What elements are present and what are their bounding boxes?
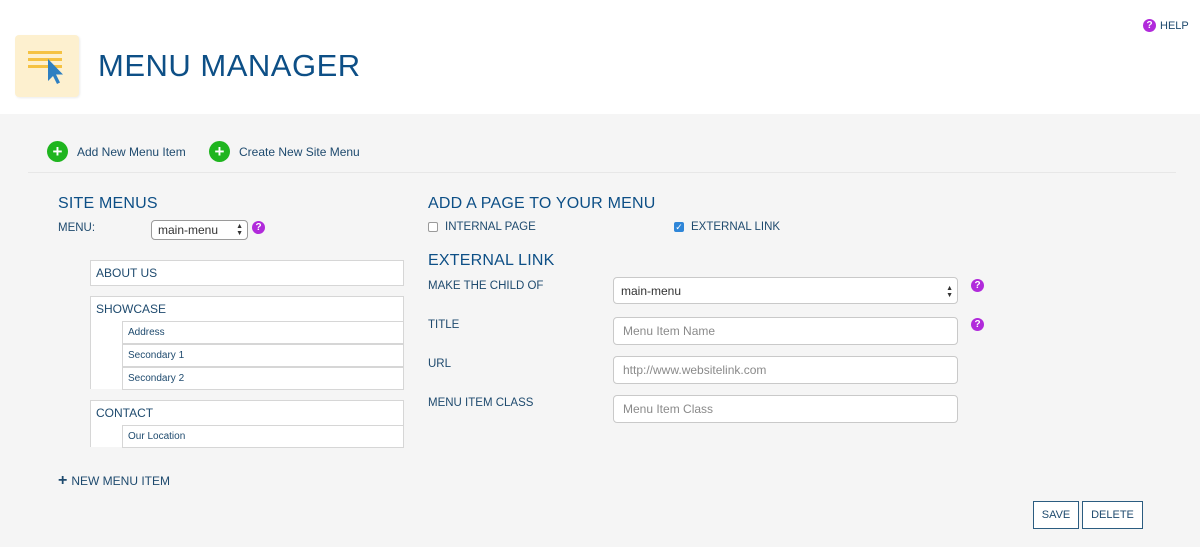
add-new-menu-item-button[interactable]: + Add New Menu Item (47, 141, 186, 162)
menu-item-label: CONTACT (96, 406, 154, 420)
make-child-of-value: main-menu (621, 284, 682, 298)
submenu-indent (90, 321, 123, 389)
internal-page-label: INTERNAL PAGE (445, 221, 536, 233)
make-child-help-icon[interactable]: ? (971, 279, 984, 292)
page-header: MENU MANAGER ? HELP (0, 0, 1200, 114)
url-label: URL (428, 358, 452, 370)
menu-item-about-us[interactable]: ABOUT US (90, 260, 404, 286)
submenu-item-label: Secondary 1 (128, 350, 185, 361)
menu-select-value: main-menu (158, 223, 219, 237)
make-child-of-select[interactable]: main-menu ▲ ▼ (613, 277, 958, 304)
create-new-site-menu-label: Create New Site Menu (239, 144, 360, 159)
select-arrows-icon: ▲ ▼ (946, 285, 953, 299)
menu-item-label: ABOUT US (96, 266, 158, 280)
menu-item-showcase[interactable]: SHOWCASE (90, 296, 404, 322)
external-link-checkbox[interactable]: ✓ (674, 222, 684, 232)
submenu-indent (90, 425, 123, 447)
new-menu-item-label: NEW MENU ITEM (71, 474, 171, 488)
toolbar-divider (28, 172, 1176, 173)
submenu-item-label: Secondary 2 (128, 373, 185, 384)
help-icon: ? (1143, 19, 1156, 32)
external-link-label: EXTERNAL LINK (691, 221, 781, 233)
help-link[interactable]: ? HELP (1143, 19, 1189, 32)
submenu-item-label: Address (128, 327, 165, 338)
add-page-title: ADD A PAGE TO YOUR MENU (428, 195, 656, 212)
submenu-item-address[interactable]: Address (122, 321, 404, 344)
make-child-of-label: MAKE THE CHILD OF (428, 280, 544, 292)
title-help-icon[interactable]: ? (971, 318, 984, 331)
internal-page-option[interactable]: INTERNAL PAGE (428, 221, 536, 233)
save-button[interactable]: SAVE (1033, 501, 1079, 529)
title-input[interactable] (613, 317, 958, 345)
menu-item-class-input[interactable] (613, 395, 958, 423)
add-new-menu-item-label: Add New Menu Item (77, 144, 186, 159)
external-link-title: EXTERNAL LINK (428, 252, 555, 269)
submenu-item-our-location[interactable]: Our Location (122, 425, 404, 448)
menu-item-label: SHOWCASE (96, 302, 167, 316)
page-title: MENU MANAGER (98, 48, 361, 83)
external-link-option[interactable]: ✓ EXTERNAL LINK (674, 221, 780, 233)
delete-button[interactable]: DELETE (1082, 501, 1143, 529)
menu-select[interactable]: main-menu ▲ ▼ (151, 220, 248, 240)
url-input[interactable] (613, 356, 958, 384)
menu-cursor-icon (28, 51, 63, 84)
help-label: HELP (1160, 19, 1189, 32)
title-label: TITLE (428, 319, 460, 331)
submenu-item-label: Our Location (128, 431, 186, 442)
site-menus-title: SITE MENUS (58, 195, 158, 212)
plus-icon: + (58, 472, 68, 489)
select-arrows-icon: ▲ ▼ (236, 223, 243, 237)
add-circle-icon: + (209, 141, 230, 162)
submenu-item-secondary-2[interactable]: Secondary 2 (122, 367, 404, 390)
menu-help-icon[interactable]: ? (252, 221, 265, 234)
submenu-item-secondary-1[interactable]: Secondary 1 (122, 344, 404, 367)
menu-manager-logo (15, 35, 79, 97)
new-menu-item-button[interactable]: + NEW MENU ITEM (58, 472, 171, 489)
internal-page-checkbox[interactable] (428, 222, 438, 232)
add-circle-icon: + (47, 141, 68, 162)
create-new-site-menu-button[interactable]: + Create New Site Menu (209, 141, 360, 162)
menu-item-class-label: MENU ITEM CLASS (428, 397, 534, 409)
menu-select-label: MENU: (58, 222, 96, 234)
menu-item-contact[interactable]: CONTACT (90, 400, 404, 426)
